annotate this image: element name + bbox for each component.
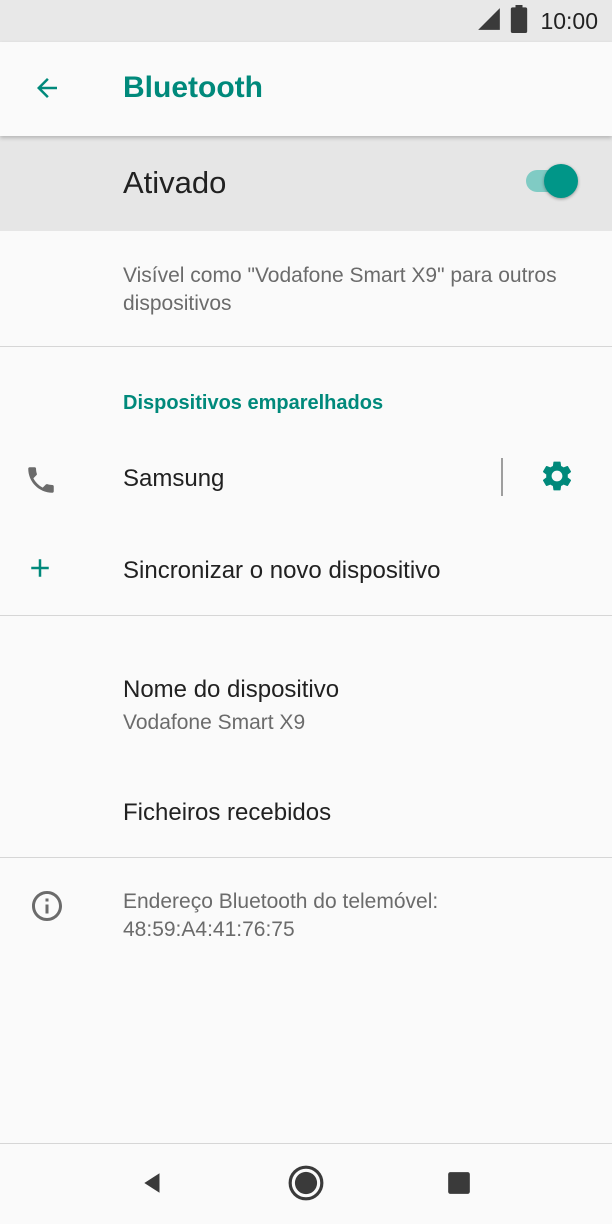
nav-recents-button[interactable] [431, 1157, 487, 1213]
device-settings-button[interactable] [533, 454, 581, 502]
phone-icon [18, 457, 64, 503]
row-separator [501, 458, 503, 496]
nav-back-button[interactable] [125, 1157, 181, 1213]
status-bar: 10:00 [0, 0, 612, 42]
recents-square-icon [446, 1170, 472, 1201]
pair-new-device-row[interactable]: Sincronizar o novo dispositivo [0, 528, 612, 612]
plus-icon [20, 548, 60, 588]
master-switch-label: Ativado [123, 165, 227, 200]
app-bar: Bluetooth [0, 42, 612, 136]
nav-home-button[interactable] [278, 1157, 334, 1213]
toggle-thumb [544, 164, 578, 198]
arrow-back-icon [32, 73, 62, 108]
bluetooth-address-text: Endereço Bluetooth do telemóvel: 48:59:A… [123, 888, 563, 944]
divider [0, 346, 612, 347]
device-name-value: Vodafone Smart X9 [123, 711, 306, 734]
paired-devices-header: Dispositivos emparelhados [123, 392, 384, 414]
back-button[interactable] [22, 65, 72, 115]
home-circle-icon [287, 1164, 325, 1207]
bluetooth-address-label: Endereço Bluetooth do telemóvel: [123, 890, 439, 913]
status-icons: 10:00 [476, 4, 598, 38]
device-name-label: Nome do dispositivo [123, 676, 340, 703]
battery-icon [510, 4, 528, 38]
received-files-row[interactable]: Ficheiros recebidos [0, 770, 612, 854]
pair-new-device-label: Sincronizar o novo dispositivo [123, 557, 441, 584]
page-title: Bluetooth [123, 71, 263, 104]
signal-icon [476, 6, 502, 37]
paired-device-name: Samsung [123, 465, 225, 492]
navigation-bar [0, 1143, 612, 1224]
gear-icon [539, 458, 575, 499]
status-time: 10:00 [540, 7, 598, 34]
received-files-label: Ficheiros recebidos [123, 799, 332, 826]
divider [0, 615, 612, 616]
visibility-text: Visível como "Vodafone Smart X9" para ou… [123, 264, 557, 315]
device-name-row[interactable]: Nome do dispositivo Vodafone Smart X9 [0, 650, 612, 750]
divider [0, 857, 612, 858]
back-triangle-icon [140, 1170, 166, 1201]
bluetooth-address-value: 48:59:A4:41:76:75 [123, 918, 295, 941]
info-icon [26, 885, 68, 927]
bluetooth-toggle[interactable] [524, 162, 582, 206]
bluetooth-master-switch-row[interactable]: Ativado [0, 136, 612, 231]
paired-device-row[interactable]: Samsung [0, 440, 612, 518]
